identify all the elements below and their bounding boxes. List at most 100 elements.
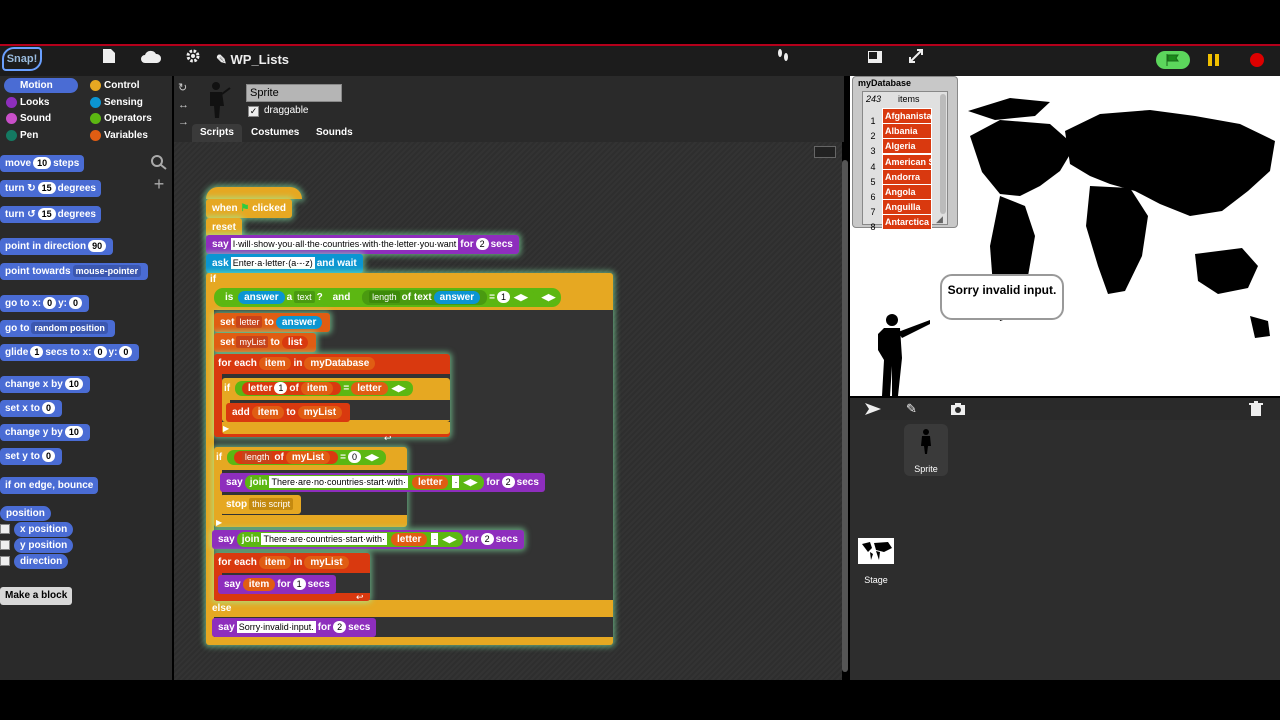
- is-type-predicate[interactable]: is answer a text?: [220, 289, 328, 305]
- answer-reporter[interactable]: answer: [433, 290, 481, 304]
- text-slot[interactable]: I·will·show·you·all·the·countries·with·t…: [230, 238, 459, 251]
- trash-icon[interactable]: [1248, 401, 1264, 417]
- length-of-text-reporter[interactable]: length of text answer: [362, 289, 488, 305]
- expand-arrow-icon[interactable]: ▶: [223, 424, 229, 433]
- cloud-icon[interactable]: [138, 48, 164, 72]
- number-slot[interactable]: 1: [30, 346, 44, 359]
- expand-arrow-icon[interactable]: ▶: [216, 518, 222, 527]
- number-slot[interactable]: 2: [480, 533, 494, 546]
- list-item[interactable]: 4American Samoa: [864, 153, 932, 172]
- fullscreen-icon[interactable]: [903, 48, 929, 72]
- add-to-list-block[interactable]: add item to myList: [226, 403, 351, 422]
- list-item[interactable]: 5 Andorra: [864, 168, 932, 187]
- turtle-icon[interactable]: [864, 402, 882, 416]
- number-slot[interactable]: 90: [88, 240, 107, 253]
- block-bounce[interactable]: if on edge, bounce: [0, 477, 99, 494]
- answer-reporter[interactable]: answer: [238, 290, 285, 304]
- dropdown-slot[interactable]: random position: [31, 322, 108, 335]
- and-predicate[interactable]: is answer a text? and length of text answer =…: [214, 288, 562, 307]
- equals-predicate[interactable]: letter 1 of item = letter ◀▶: [234, 381, 413, 396]
- number-slot[interactable]: 2: [333, 621, 347, 634]
- number-slot[interactable]: 1: [274, 382, 288, 395]
- gear-icon[interactable]: [180, 48, 206, 72]
- dropdown-slot[interactable]: mouse-pointer: [72, 265, 142, 278]
- number-slot[interactable]: 0: [69, 297, 83, 310]
- snap-logo[interactable]: Snap!: [2, 47, 42, 71]
- number-slot[interactable]: 15: [37, 182, 56, 195]
- stage-size-icon[interactable]: [862, 48, 888, 72]
- text-slot[interactable]: ·: [452, 476, 460, 489]
- block-change-x[interactable]: change x by 10: [0, 376, 90, 393]
- block-go-to-xy[interactable]: go to x: 0 y: 0: [0, 295, 90, 312]
- say-no-countries-block[interactable]: say join There·are·no·countries·start·with…: [220, 473, 545, 492]
- list-reporter[interactable]: list: [281, 335, 309, 349]
- text-slot[interactable]: Sorry·invalid·input.: [236, 621, 316, 634]
- add-icon[interactable]: +: [150, 175, 168, 193]
- list-item[interactable]: 1 Afghanistan: [864, 108, 932, 126]
- draggable-checkbox[interactable]: ✓: [248, 106, 259, 117]
- join-reporter[interactable]: join There·are·countries·start·with· lette…: [236, 531, 464, 547]
- arrows-icon[interactable]: ◀▶: [463, 475, 477, 490]
- number-slot[interactable]: 10: [33, 157, 52, 170]
- scripts-scrollbar[interactable]: [842, 160, 848, 672]
- number-slot[interactable]: 2: [501, 476, 515, 489]
- number-slot[interactable]: 0: [42, 402, 56, 415]
- type-dropdown[interactable]: text: [294, 291, 315, 304]
- letter-variable[interactable]: letter: [412, 475, 449, 489]
- arrows-icon[interactable]: ◀▶: [392, 381, 406, 396]
- list-item-value[interactable]: Afghanistan: [882, 108, 932, 124]
- direction-checkbox[interactable]: [0, 556, 10, 566]
- set-mylist-block[interactable]: set myList to list: [214, 333, 317, 352]
- list-item-value[interactable]: Albania: [882, 123, 932, 140]
- rotation-style-icons[interactable]: ↻ ↔ →: [178, 80, 189, 131]
- set-letter-block[interactable]: set letter to answer: [214, 313, 331, 332]
- list-item[interactable]: 2 Albania: [864, 123, 932, 141]
- category-operators[interactable]: Operators: [88, 111, 162, 126]
- say-invalid-block[interactable]: say Sorry·invalid·input. for 2 secs: [212, 618, 377, 637]
- category-looks[interactable]: Looks: [4, 95, 78, 110]
- number-slot[interactable]: 0: [347, 451, 361, 464]
- list-item-value[interactable]: Anguilla: [882, 199, 932, 216]
- join-reporter[interactable]: join There·are·no·countries·start·with· le…: [244, 474, 485, 490]
- arrows-icon[interactable]: ◀▶: [542, 288, 556, 307]
- when-flag-clicked-block[interactable]: when ⚑ clicked: [206, 199, 293, 218]
- y-position-checkbox[interactable]: [0, 540, 10, 550]
- item-variable[interactable]: item: [258, 356, 292, 370]
- number-slot[interactable]: 0: [42, 450, 56, 463]
- text-slot[interactable]: There·are·no·countries·start·with·: [269, 476, 409, 489]
- block-set-y[interactable]: set y to 0: [0, 448, 63, 465]
- block-glide[interactable]: glide 1 secs to x: 0 y: 0: [0, 344, 140, 361]
- say-countries-block[interactable]: say join There·are·countries·start·with· le…: [212, 530, 524, 549]
- block-point-in-direction[interactable]: point in direction 90: [0, 238, 114, 255]
- letter-variable[interactable]: letter: [351, 381, 388, 395]
- camera-icon[interactable]: [950, 402, 966, 416]
- length-of-list-reporter[interactable]: length of myList: [233, 450, 339, 464]
- make-a-block-button[interactable]: Make a block: [0, 587, 73, 605]
- item-variable[interactable]: item: [251, 405, 285, 419]
- keyboard-icon[interactable]: [814, 146, 836, 158]
- block-go-to[interactable]: go to random position: [0, 320, 115, 337]
- number-slot[interactable]: 15: [37, 208, 56, 221]
- category-sound[interactable]: Sound: [4, 111, 78, 126]
- number-slot[interactable]: 1: [496, 291, 510, 304]
- number-slot[interactable]: 0: [119, 346, 133, 359]
- list-item[interactable]: 7 Anguilla: [864, 199, 932, 217]
- list-item[interactable]: 6 Angola: [864, 184, 932, 202]
- category-variables[interactable]: Variables: [88, 128, 162, 143]
- list-item[interactable]: 3 Algeria: [864, 138, 932, 156]
- list-item-value[interactable]: Angola: [882, 184, 932, 200]
- reporter-direction[interactable]: direction: [14, 554, 69, 569]
- reporter-y-position[interactable]: y position: [14, 538, 74, 553]
- number-slot[interactable]: 0: [43, 297, 57, 310]
- mylist-reporter[interactable]: myList: [297, 405, 343, 419]
- arrows-icon[interactable]: ◀▶: [365, 450, 379, 465]
- sprite-icon-card[interactable]: Sprite: [904, 424, 948, 476]
- search-icon[interactable]: [150, 154, 168, 170]
- category-control[interactable]: Control: [88, 78, 162, 93]
- text-slot[interactable]: Enter·a·letter·(a·-·z): [230, 257, 315, 270]
- stage-thumbnail[interactable]: [858, 538, 894, 564]
- mydatabase-reporter[interactable]: myDatabase: [304, 356, 376, 370]
- block-turn-counterclockwise[interactable]: turn ↺ 15 degrees: [0, 206, 101, 223]
- stop-icon[interactable]: [1250, 53, 1264, 67]
- letter-variable[interactable]: letter: [391, 532, 428, 546]
